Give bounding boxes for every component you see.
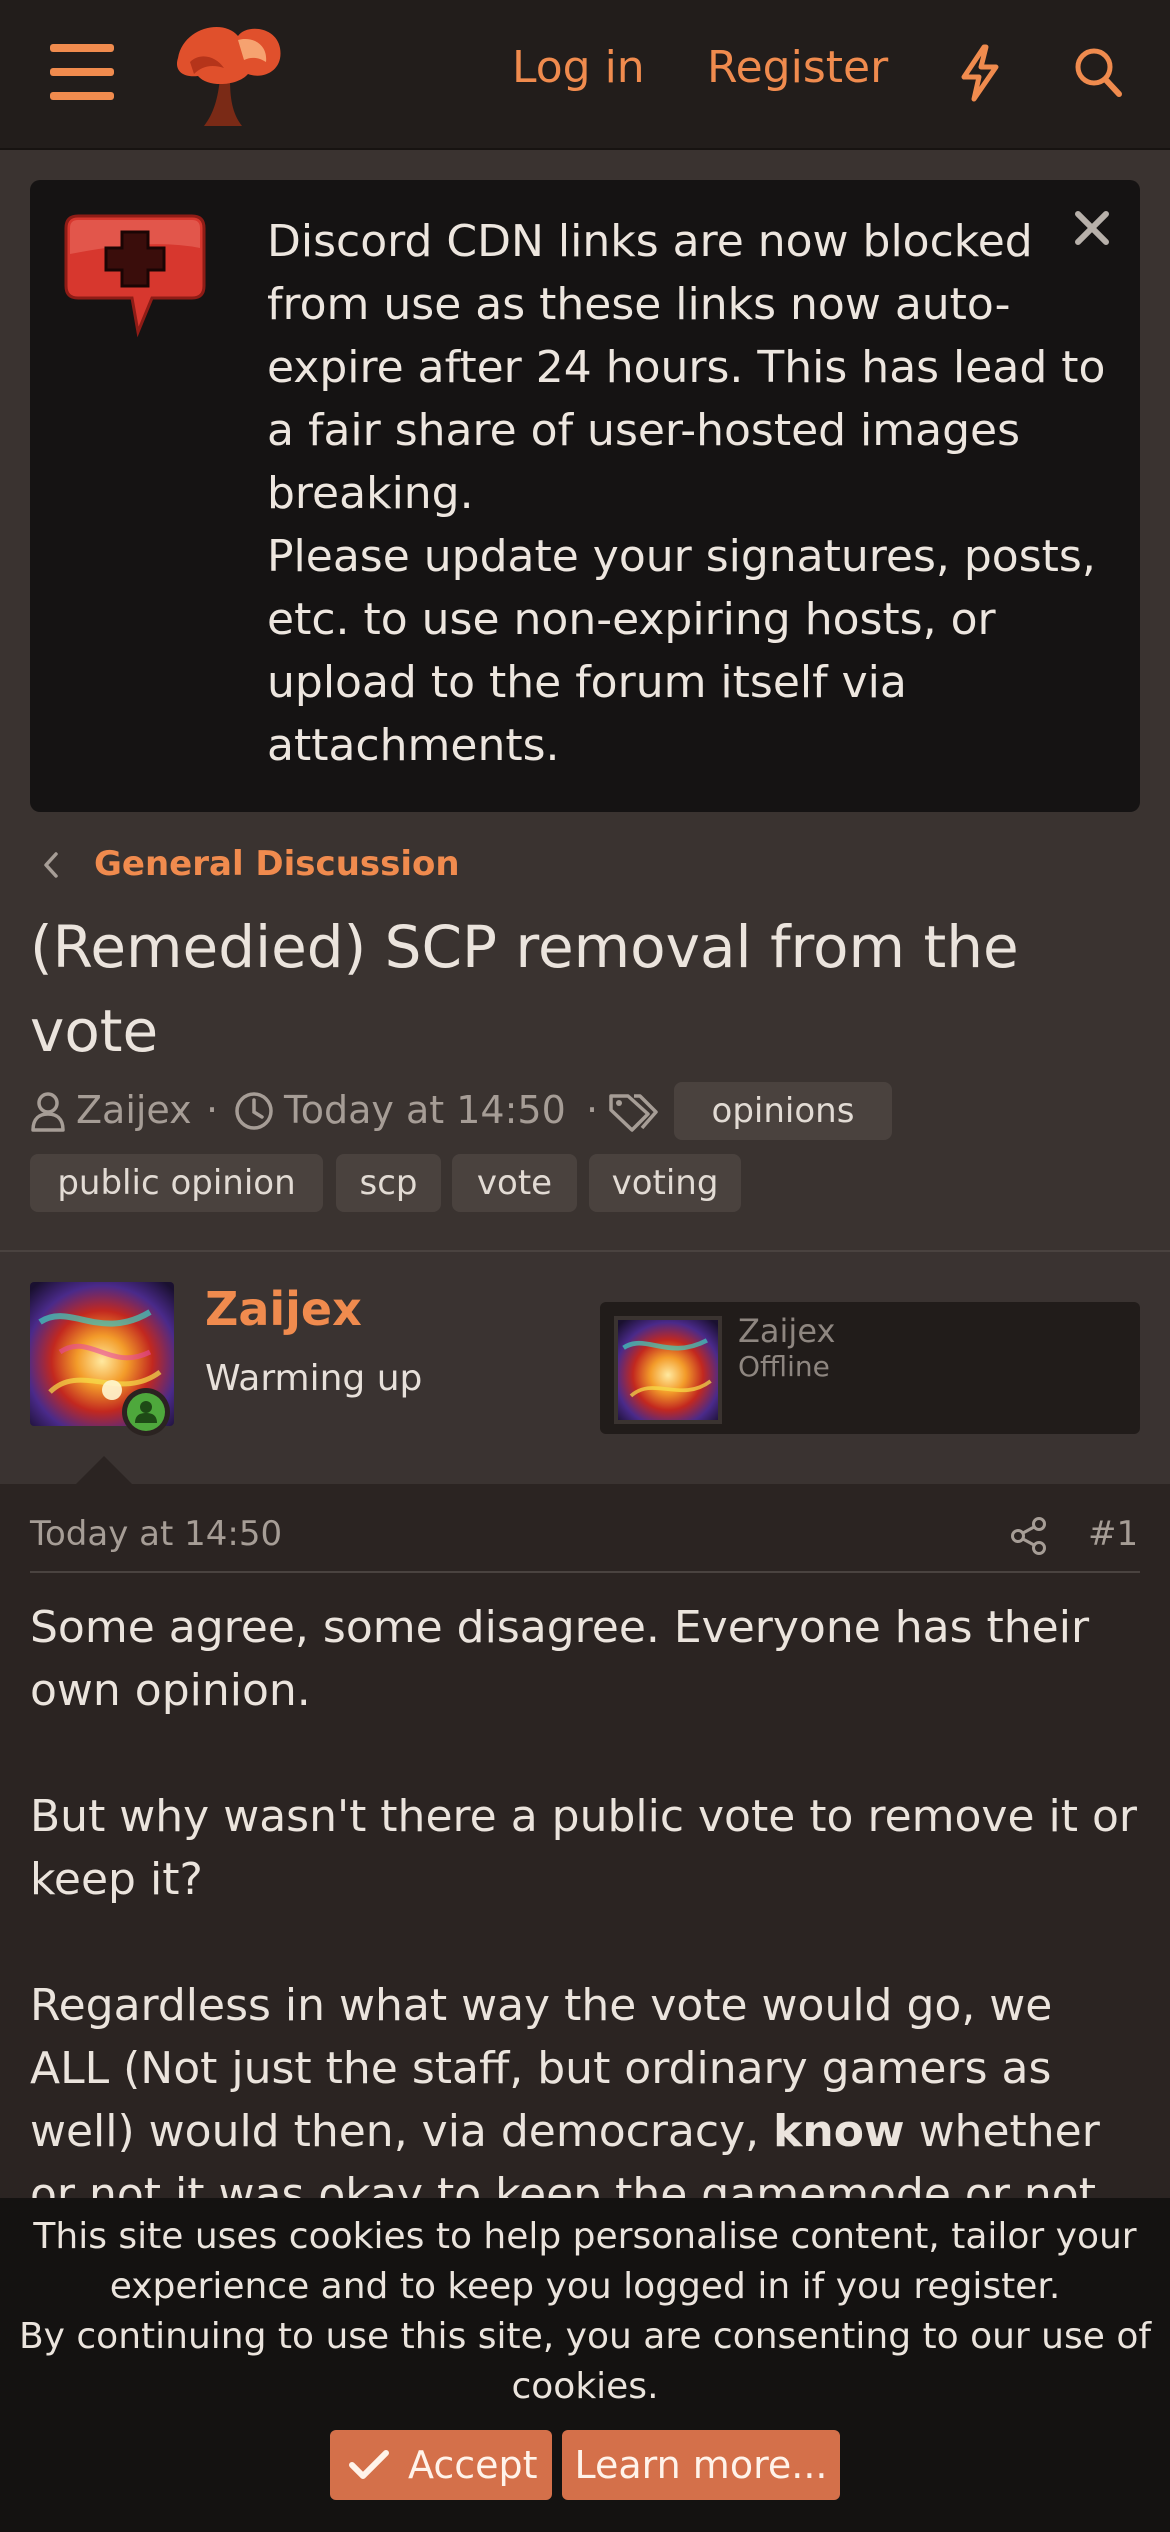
author-pointer (76, 1456, 132, 1484)
thread-meta: Zaijex · Today at 14:50 · opinions publi… (30, 1082, 1140, 1218)
tag-scp[interactable]: scp (336, 1154, 441, 1212)
thread-author[interactable]: Zaijex (76, 1088, 192, 1132)
online-status-icon (122, 1388, 170, 1436)
separator-dot: · (586, 1088, 599, 1132)
breadcrumb-link[interactable]: General Discussion (94, 844, 460, 884)
clock-icon (235, 1092, 273, 1130)
cookie-line: This site uses cookies to help personali… (33, 2216, 1137, 2307)
user-banner-card[interactable]: Zaijex Offline (600, 1302, 1140, 1434)
check-icon (349, 2450, 389, 2479)
accept-cookies-button[interactable]: Accept (330, 2430, 552, 2500)
notice-paragraph: Discord CDN links are now blocked from u… (267, 216, 1106, 519)
thread-title: (Remedied) SCP removal from the vote (30, 913, 1019, 1065)
post-bold-text: know (773, 2106, 905, 2157)
cookie-text: This site uses cookies to help personali… (10, 2212, 1160, 2412)
user-card-status: Offline (738, 1350, 830, 1383)
post-author-block: Zaijex Warming up Zaijex Offline (0, 1252, 1170, 1484)
register-link[interactable]: Register (707, 42, 888, 93)
post-paragraph: Some agree, some disagree. Everyone has … (30, 1602, 1090, 1716)
page: Log in Register Discord CDN links are no… (0, 0, 1170, 2532)
post-paragraph: But why wasn't there a public vote to re… (30, 1791, 1137, 1905)
top-bar: Log in Register (0, 0, 1170, 150)
login-link[interactable]: Log in (512, 42, 645, 93)
separator-dot: · (206, 1088, 219, 1132)
post-body: Some agree, some disagree. Everyone has … (30, 1596, 1140, 2289)
search-icon[interactable] (1073, 46, 1123, 98)
tags-icon (609, 1094, 658, 1132)
tag-public-opinion[interactable]: public opinion (30, 1154, 323, 1212)
notice-banner: Discord CDN links are now blocked from u… (30, 180, 1140, 812)
post-header-divider (30, 1571, 1140, 1573)
user-card-name: Zaijex (738, 1312, 836, 1350)
thread-date[interactable]: Today at 14:50 (284, 1088, 566, 1132)
cookie-line: By continuing to use this site, you are … (18, 2316, 1152, 2407)
tag-voting[interactable]: voting (589, 1154, 741, 1212)
chevron-left-icon[interactable] (38, 848, 64, 882)
post-author-name[interactable]: Zaijex (205, 1282, 362, 1336)
learn-more-button[interactable]: Learn more... (562, 2430, 840, 2500)
tag-vote[interactable]: vote (452, 1154, 577, 1212)
user-online-icon (135, 1401, 157, 1423)
user-card-avatar (614, 1316, 722, 1424)
post-date[interactable]: Today at 14:50 (30, 1514, 282, 1554)
medical-speech-bubble-icon (64, 214, 206, 338)
post-author-title: Warming up (205, 1358, 423, 1399)
post-paragraph: Regardless in what way the vote would go… (30, 1974, 1140, 2226)
notice-text: Discord CDN links are now blocked from u… (267, 210, 1117, 777)
share-icon[interactable] (1010, 1516, 1048, 1556)
user-icon (31, 1092, 65, 1132)
tag-opinions[interactable]: opinions (674, 1082, 892, 1140)
logo[interactable] (168, 18, 286, 132)
accept-label: Accept (408, 2443, 538, 2487)
cookie-notice: This site uses cookies to help personali… (0, 2198, 1170, 2532)
post-number[interactable]: #1 (1088, 1514, 1138, 1554)
menu-icon[interactable] (50, 44, 114, 100)
bolt-icon[interactable] (958, 44, 1002, 102)
notice-paragraph: Please update your signatures, posts, et… (267, 531, 1096, 771)
